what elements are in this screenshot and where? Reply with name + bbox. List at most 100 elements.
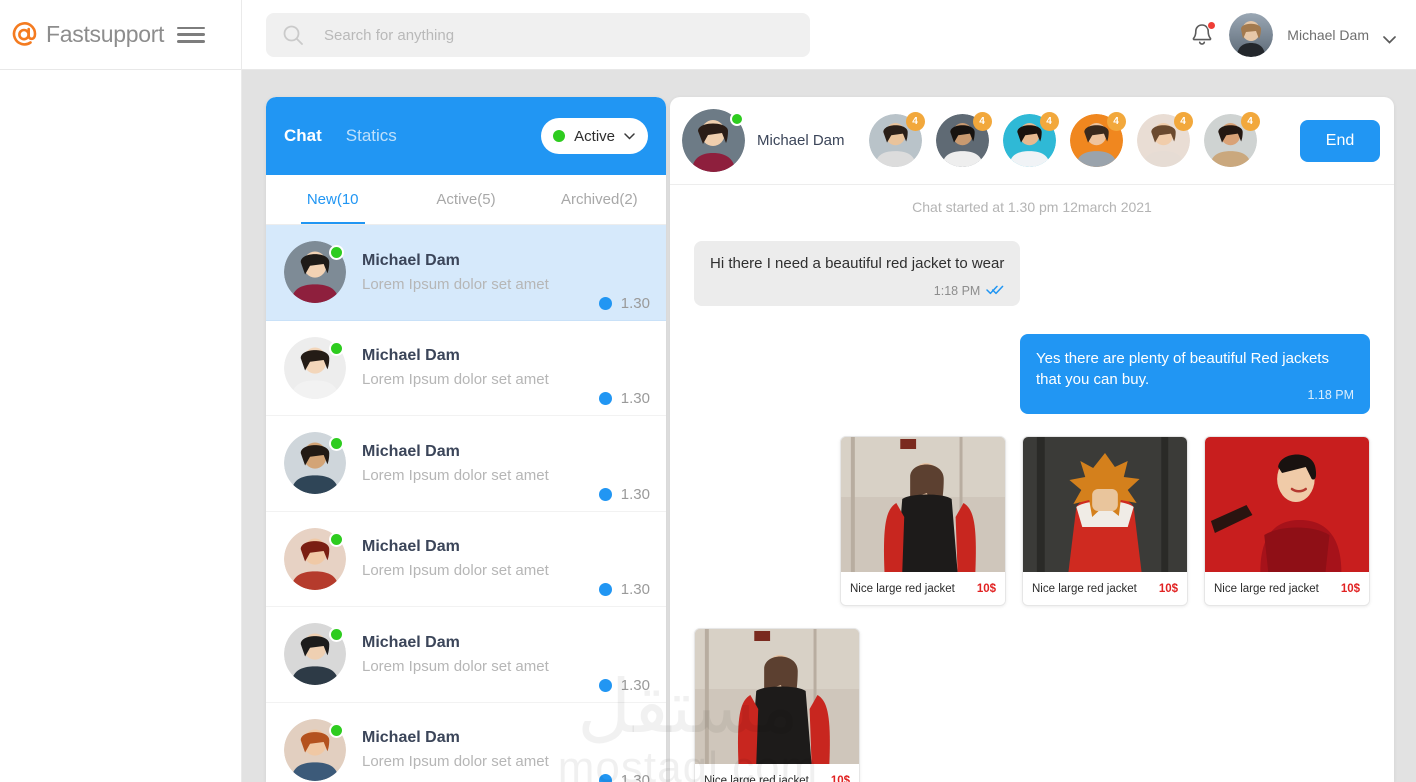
- hamburger-menu-icon[interactable]: [177, 24, 206, 46]
- tab-chat[interactable]: Chat: [284, 126, 322, 146]
- product-image: [1023, 437, 1187, 573]
- chat-list-subtabs: New(10 Active(5) Archived(2): [266, 175, 666, 225]
- avatar: [284, 336, 346, 399]
- product-cards-outgoing: Nice large red jacket 10$ Nice large red…: [694, 436, 1370, 607]
- chat-list-item-time: 1.30: [620, 294, 650, 312]
- search-bar[interactable]: [266, 13, 810, 57]
- unread-dot: [598, 583, 612, 596]
- chat-list-item-preview: Lorem Ipsum dolor set amet: [362, 371, 549, 389]
- message-time: 1.18 PM: [1307, 388, 1354, 403]
- avatar: [284, 623, 346, 686]
- double-check-icon: [986, 284, 1004, 298]
- search-input[interactable]: [324, 26, 794, 44]
- status-label: Active: [574, 127, 615, 145]
- chat-list-panel: Chat Statics Active New(10 Active(5) Arc…: [266, 97, 666, 782]
- product-price: 10$: [830, 774, 850, 782]
- product-card[interactable]: Nice large red jacket 10$: [840, 436, 1006, 607]
- product-card[interactable]: Nice large red jacket 10$: [1022, 436, 1188, 607]
- chat-list-item-meta: 1.30: [598, 294, 650, 320]
- chat-started-note: Chat started at 1.30 pm 12march 2021: [912, 199, 1152, 215]
- active-contact-avatar: [682, 109, 745, 172]
- message-text: Yes there are plenty of beautiful Red ja…: [1036, 350, 1329, 389]
- message-meta: 1:18 PM: [710, 284, 1004, 298]
- avatar: [284, 241, 346, 304]
- chat-list-item[interactable]: Michael Dam Lorem Ipsum dolor set amet 1…: [266, 225, 666, 321]
- search-icon: [282, 24, 304, 46]
- message-bubble-incoming: Hi there I need a beautiful red jacket t…: [694, 241, 1021, 307]
- notification-bell-icon[interactable]: [1189, 21, 1217, 49]
- chat-list-item[interactable]: Michael Dam Lorem Ipsum dolor set amet 1…: [266, 607, 666, 703]
- end-button[interactable]: End: [1300, 119, 1380, 162]
- avatar: [284, 527, 346, 590]
- chat-list-item[interactable]: Michael Dam Lorem Ipsum dolor set amet 1…: [266, 703, 666, 782]
- unread-dot: [598, 487, 612, 501]
- chat-list-item-name: Michael Dam: [362, 442, 460, 460]
- chat-list-item-name: Michael Dam: [362, 347, 460, 365]
- avatar: [284, 718, 346, 781]
- chat-list-item-preview: Lorem Ipsum dolor set amet: [362, 466, 549, 484]
- product-card[interactable]: Nice large red jacket 10$: [694, 628, 860, 782]
- unread-count-badge: 4: [1173, 112, 1193, 131]
- contact-avatar[interactable]: 4: [868, 112, 925, 167]
- chat-list-item-meta: 1.30: [598, 390, 650, 415]
- chat-list-item-preview: Lorem Ipsum dolor set amet: [362, 657, 549, 675]
- active-contact[interactable]: Michael Dam: [682, 109, 845, 172]
- message-row-outgoing: Yes there are plenty of beautiful Red ja…: [694, 334, 1370, 415]
- chat-body[interactable]: Chat started at 1.30 pm 12march 2021 Hi …: [670, 185, 1394, 782]
- contact-avatar[interactable]: 4: [1069, 112, 1126, 167]
- status-dropdown[interactable]: Active: [541, 118, 648, 154]
- topbar-user-area: Michael Dam: [1189, 0, 1396, 70]
- chat-list-header: Chat Statics Active: [266, 97, 666, 175]
- unread-count-badge: 4: [972, 112, 992, 131]
- online-indicator: [329, 340, 344, 356]
- chat-list-item-name: Michael Dam: [362, 729, 460, 747]
- product-price: 10$: [1340, 582, 1360, 595]
- message-text: Hi there I need a beautiful red jacket t…: [710, 255, 1005, 272]
- contact-avatar[interactable]: 4: [1136, 112, 1193, 167]
- subtab-active[interactable]: Active(5): [399, 175, 532, 224]
- chat-list[interactable]: Michael Dam Lorem Ipsum dolor set amet 1…: [266, 225, 666, 782]
- brand-zone: Fastsupport: [0, 0, 242, 70]
- product-cards-incoming: Nice large red jacket 10$: [694, 628, 1370, 782]
- unread-dot: [598, 774, 612, 782]
- chat-list-item[interactable]: Michael Dam Lorem Ipsum dolor set amet 1…: [266, 321, 666, 416]
- chevron-down-icon[interactable]: [1383, 31, 1396, 44]
- brand-name: Fastsupport: [46, 21, 165, 47]
- online-indicator: [329, 531, 344, 547]
- avatar[interactable]: [1229, 13, 1274, 57]
- product-card[interactable]: Nice large red jacket 10$: [1204, 436, 1370, 607]
- subtab-archived[interactable]: Archived(2): [533, 175, 666, 224]
- at-sign-icon: [8, 19, 40, 51]
- chat-list-item-time: 1.30: [620, 676, 650, 694]
- chat-list-item-texts: Michael Dam Lorem Ipsum dolor set amet: [362, 252, 599, 293]
- contact-avatar[interactable]: 4: [935, 112, 992, 167]
- contact-avatar[interactable]: 4: [1002, 112, 1059, 167]
- chat-list-item-time: 1.30: [620, 581, 650, 598]
- tab-statics[interactable]: Statics: [346, 126, 397, 146]
- message-time: 1:18 PM: [933, 284, 981, 299]
- top-bar: Fastsupport Search for anything Michael …: [0, 0, 1416, 70]
- message-row-incoming: Hi there I need a beautiful red jacket t…: [694, 241, 1370, 307]
- chat-list-item[interactable]: Michael Dam Lorem Ipsum dolor set amet 1…: [266, 512, 666, 607]
- product-footer: Nice large red jacket 10$: [695, 764, 859, 782]
- chat-list-item-time: 1.30: [620, 772, 650, 782]
- product-price: 10$: [976, 582, 996, 595]
- chat-list-item-time: 1.30: [620, 390, 650, 407]
- chat-list-item-preview: Lorem Ipsum dolor set amet: [362, 275, 549, 293]
- product-image: [1205, 437, 1369, 573]
- subtab-new[interactable]: New(10: [266, 175, 399, 224]
- chat-list-item-meta: 1.30: [598, 485, 650, 511]
- chat-list-item-name: Michael Dam: [362, 538, 460, 556]
- app-root: Fastsupport Search for anything Michael …: [0, 0, 1416, 782]
- chat-list-item-time: 1.30: [620, 485, 650, 503]
- chat-list-item[interactable]: Michael Dam Lorem Ipsum dolor set amet 1…: [266, 416, 666, 512]
- chevron-down-icon: [624, 127, 635, 145]
- product-title: Nice large red jacket: [1214, 582, 1319, 595]
- contact-avatar[interactable]: 4: [1203, 112, 1260, 167]
- unread-count-badge: 4: [1039, 112, 1059, 131]
- active-contact-name: Michael Dam: [757, 132, 845, 149]
- online-indicator: [730, 112, 744, 126]
- product-price: 10$: [1158, 582, 1178, 595]
- product-image: [695, 629, 859, 765]
- chat-list-item-meta: 1.30: [598, 772, 650, 782]
